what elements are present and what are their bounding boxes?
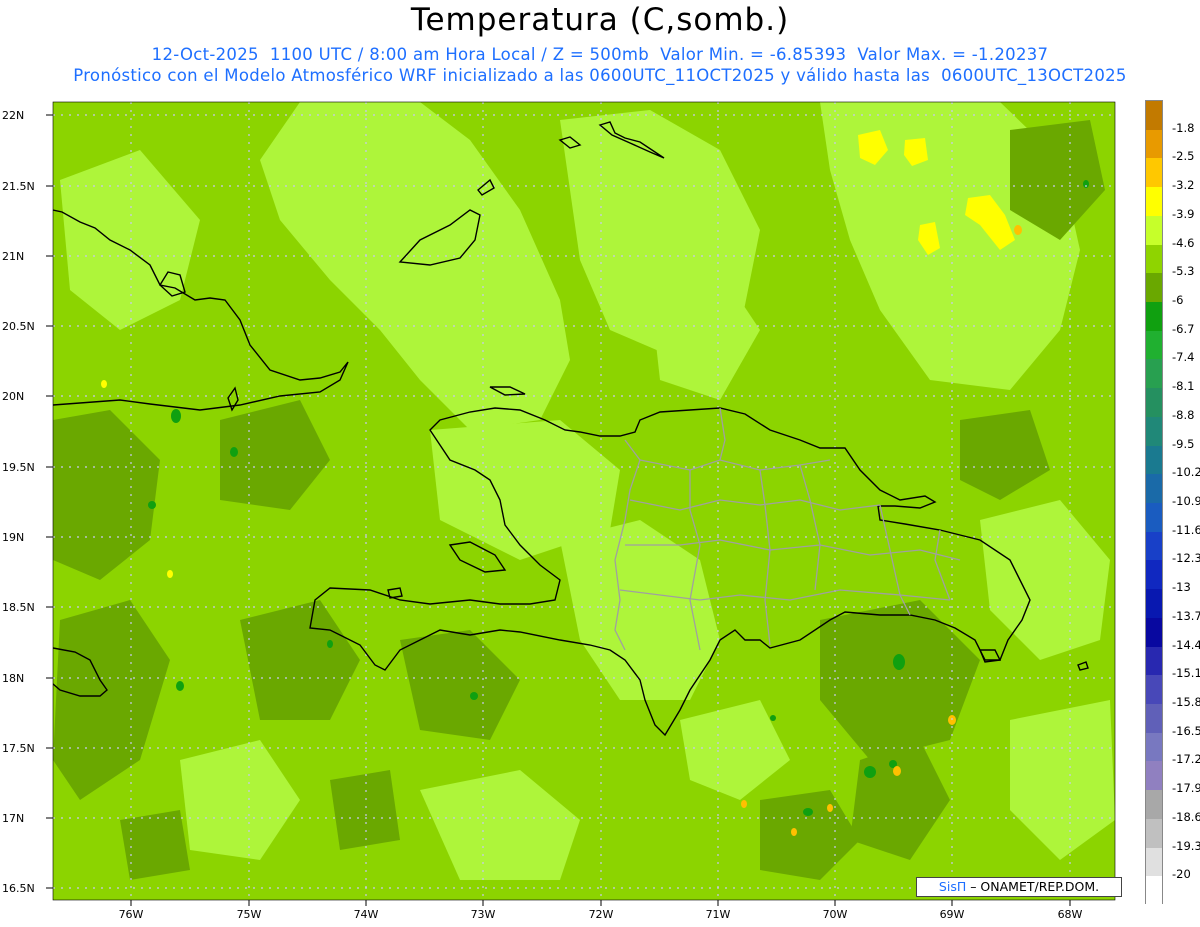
temperature-map: 22N 21.5N 21N 20.5N 20N 19.5N 19N 18.5N … xyxy=(2,101,1116,921)
colorbar-label: -3.2 xyxy=(1172,178,1195,193)
lon-label: 68W xyxy=(1058,908,1083,921)
lon-label: 75W xyxy=(237,908,262,921)
colorbar-segment xyxy=(1146,818,1162,849)
colorbar-label: -1.8 xyxy=(1172,120,1195,135)
colorbar-label: -10.9 xyxy=(1172,494,1200,508)
colorbar-segment xyxy=(1146,790,1162,820)
colorbar-segment xyxy=(1146,330,1162,360)
lat-label: 17N xyxy=(2,812,24,825)
lat-label: 22N xyxy=(2,109,24,122)
colorbar-segment xyxy=(1146,215,1162,246)
colorbar-segment xyxy=(1146,101,1162,131)
colorbar-segment xyxy=(1146,503,1162,533)
lon-label: 72W xyxy=(589,908,614,921)
colorbar-label: -8.1 xyxy=(1172,379,1195,394)
colorbar-label: -15.8 xyxy=(1172,695,1200,709)
longitude-labels: 76W 75W 74W 73W 72W 71W 70W 69W 68W xyxy=(119,908,1083,921)
colorbar-segment xyxy=(1146,675,1162,705)
colorbar-label: -13.7 xyxy=(1172,608,1200,623)
colorbar-segment xyxy=(1146,416,1162,447)
lat-label: 20.5N xyxy=(2,320,35,333)
colorbar-label: -10.2 xyxy=(1172,465,1200,480)
colorbar-label: -15.1 xyxy=(1172,666,1200,681)
colorbar-segment xyxy=(1146,761,1162,791)
lon-label: 70W xyxy=(823,908,848,921)
lat-label: 17.5N xyxy=(2,742,35,755)
colorbar-label: -11.6 xyxy=(1172,522,1200,537)
colorbar-segment xyxy=(1146,589,1162,619)
lon-label: 73W xyxy=(471,908,496,921)
colorbar-label: -18.6 xyxy=(1172,809,1200,824)
colorbar xyxy=(1145,100,1163,906)
lat-label: 19.5N xyxy=(2,461,35,474)
colorbar-label: -19.3 xyxy=(1172,838,1200,853)
colorbar-label: -8.8 xyxy=(1172,407,1195,422)
colorbar-segment xyxy=(1146,158,1162,188)
colorbar-segment xyxy=(1146,474,1162,504)
colorbar-label: -17.9 xyxy=(1172,781,1200,796)
lat-label: 20N xyxy=(2,390,24,403)
colorbar-label: -6 xyxy=(1172,293,1184,307)
lat-label: 18.5N xyxy=(2,601,35,614)
colorbar-label: -14.4 xyxy=(1172,637,1200,652)
colorbar-label: -9.5 xyxy=(1172,436,1195,451)
colorbar-segment xyxy=(1146,847,1162,877)
colorbar-segment xyxy=(1146,704,1162,734)
colorbar-segment xyxy=(1146,560,1162,590)
colorbar-segment xyxy=(1146,302,1162,332)
lon-label: 74W xyxy=(354,908,379,921)
colorbar-segment xyxy=(1146,187,1162,217)
lon-label: 71W xyxy=(706,908,731,921)
lon-label: 76W xyxy=(119,908,144,921)
colorbar-segment xyxy=(1146,388,1162,418)
colorbar-label: -13 xyxy=(1172,580,1191,595)
colorbar-segment xyxy=(1146,732,1162,762)
colorbar-segment xyxy=(1146,359,1162,389)
colorbar-segment xyxy=(1146,876,1162,906)
lon-label: 69W xyxy=(940,908,965,921)
colorbar-label: -20 xyxy=(1172,867,1191,882)
colorbar-segment xyxy=(1146,445,1162,475)
colorbar-label: -17.2 xyxy=(1172,752,1200,767)
lat-label: 18N xyxy=(2,672,24,685)
colorbar-label: -5.3 xyxy=(1172,264,1195,279)
colorbar-segment xyxy=(1146,531,1162,561)
colorbar-segment xyxy=(1146,617,1162,648)
credit-text: – ONAMET/REP.DOM. xyxy=(966,879,1100,894)
colorbar-label: -12.3 xyxy=(1172,551,1200,566)
credit-box: SisΠ – ONAMET/REP.DOM. xyxy=(916,877,1122,897)
lat-label: 16.5N xyxy=(2,882,35,895)
colorbar-segment xyxy=(1146,129,1162,159)
lat-label: 21N xyxy=(2,250,24,263)
colorbar-label: -2.5 xyxy=(1172,149,1195,164)
credit-brand: SisΠ xyxy=(938,879,967,894)
colorbar-label: -4.6 xyxy=(1172,235,1195,250)
lat-label: 21.5N xyxy=(2,180,35,193)
colorbar-label: -7.4 xyxy=(1172,350,1195,365)
colorbar-segment xyxy=(1146,273,1162,303)
colorbar-label: -16.5 xyxy=(1172,723,1200,738)
colorbar-label: -3.9 xyxy=(1172,206,1195,221)
lat-label: 19N xyxy=(2,531,24,544)
colorbar-label: -6.7 xyxy=(1172,321,1195,336)
latitude-labels: 22N 21.5N 21N 20.5N 20N 19.5N 19N 18.5N … xyxy=(2,109,35,895)
colorbar-segment xyxy=(1146,646,1162,676)
colorbar-segment xyxy=(1146,244,1162,274)
